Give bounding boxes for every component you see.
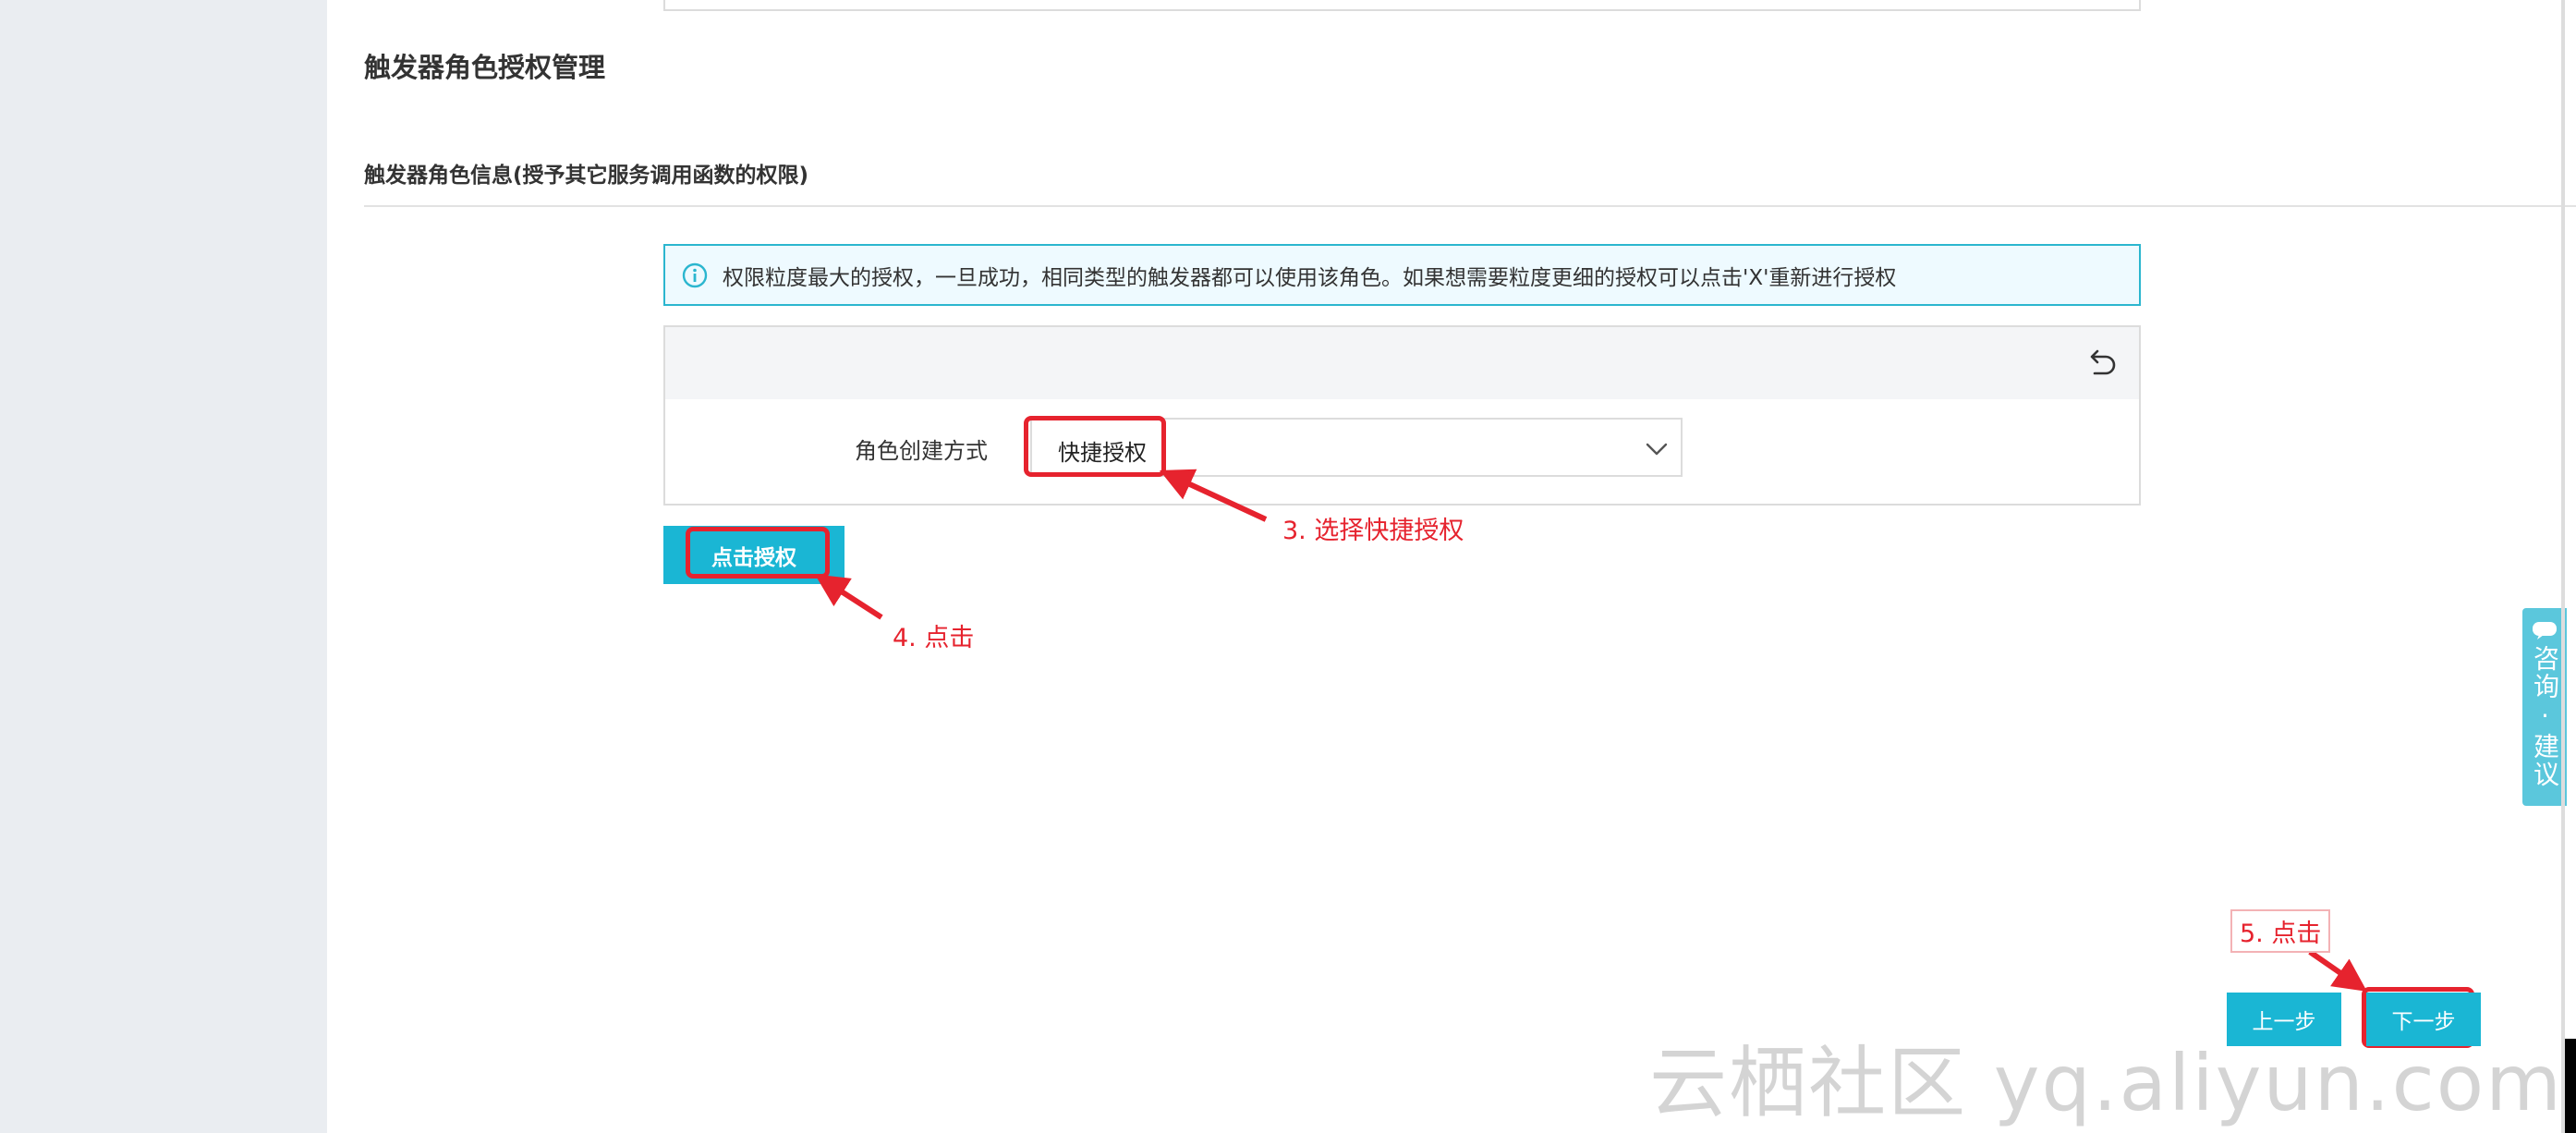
feedback-text: 咨询·建议 — [2530, 645, 2560, 788]
info-text: 权限粒度最大的授权，一旦成功，相同类型的触发器都可以使用该角色。如果想需要粒度更… — [723, 265, 1897, 290]
panel-header — [665, 327, 2139, 399]
arrow-step5 — [2308, 949, 2367, 992]
chat-icon — [2530, 619, 2559, 641]
chevron-down-icon — [1644, 436, 1670, 462]
annotation-step5: 5. 点击 — [2230, 909, 2331, 953]
undo-icon[interactable] — [2084, 346, 2120, 383]
subsection-title: 触发器角色信息(授予其它服务调用函数的权限) — [364, 164, 809, 188]
info-icon — [682, 262, 708, 288]
previous-section-box — [663, 0, 2141, 11]
left-sidebar-gutter — [0, 0, 327, 1133]
role-creation-value: 快捷授权 — [1058, 440, 1147, 466]
role-creation-label: 角色创建方式 — [855, 438, 988, 464]
corner-block — [2565, 1039, 2576, 1133]
annotation-step4: 4. 点击 — [893, 624, 975, 652]
annotation-step3: 3. 选择快捷授权 — [1282, 517, 1464, 545]
role-config-panel: 角色创建方式 快捷授权 — [663, 325, 2141, 506]
feedback-tab[interactable]: 咨询·建议 — [2522, 608, 2567, 806]
section-divider — [364, 205, 2576, 207]
authorize-button[interactable]: 点击授权 — [663, 526, 844, 584]
role-creation-select[interactable]: 快捷授权 — [1030, 418, 1683, 477]
watermark: 云栖社区 yq.aliyun.com — [1649, 1038, 2563, 1128]
arrow-step4 — [814, 574, 883, 620]
info-alert: 权限粒度最大的授权，一旦成功，相同类型的触发器都可以使用该角色。如果想需要粒度更… — [663, 244, 2141, 306]
scrollbar[interactable] — [2561, 0, 2565, 1133]
section-title: 触发器角色授权管理 — [364, 52, 606, 83]
